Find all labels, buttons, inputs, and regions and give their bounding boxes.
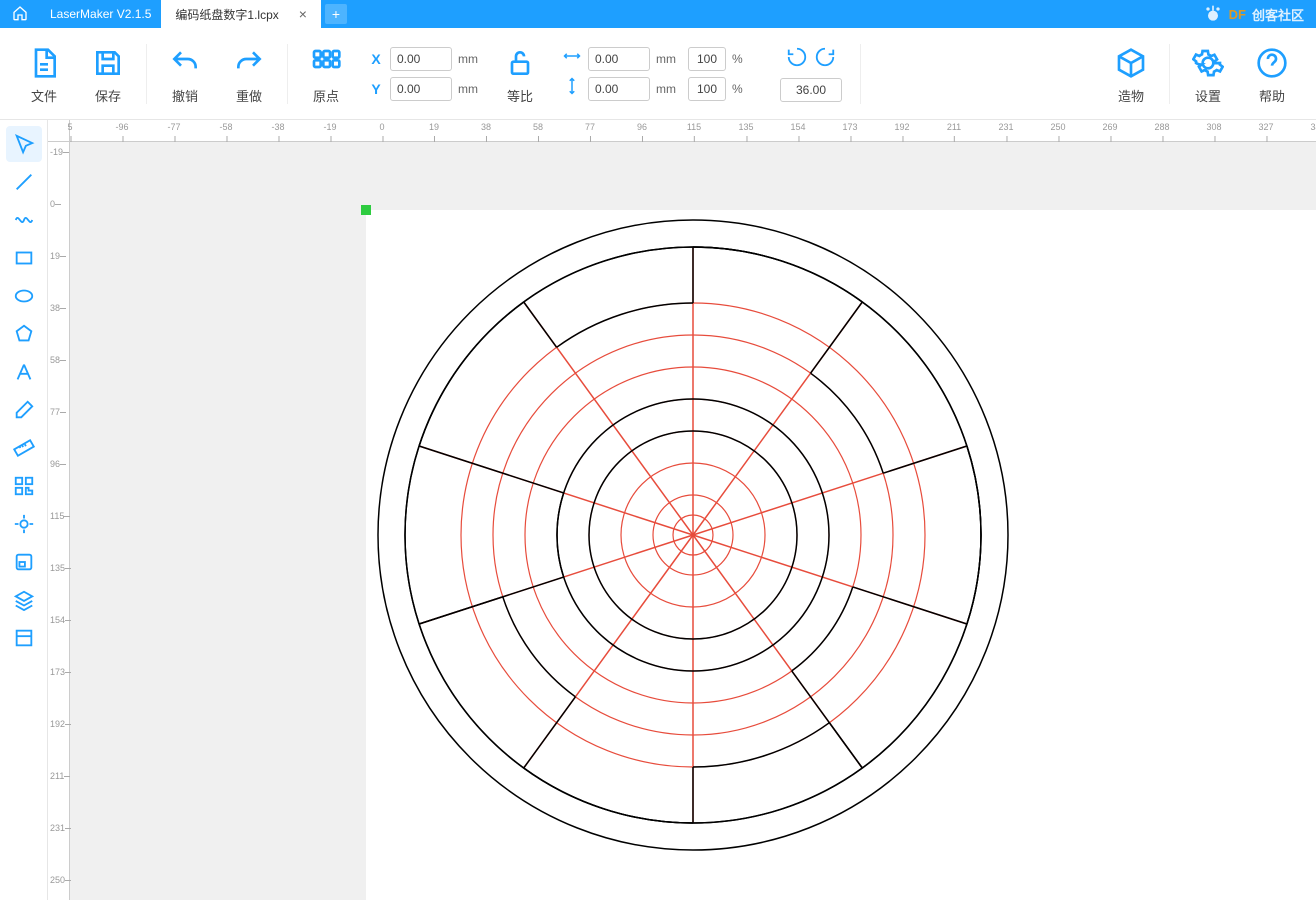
origin-label: 原点: [313, 86, 339, 105]
redo-icon: [233, 42, 265, 84]
save-icon: [92, 42, 124, 84]
gear-icon: [1192, 42, 1224, 84]
w-pct-sym: %: [732, 52, 758, 66]
brand-text: 创客社区: [1252, 5, 1304, 24]
file-button[interactable]: 文件: [12, 34, 76, 114]
lock-icon: [504, 42, 536, 84]
width-pct-input[interactable]: [688, 47, 726, 71]
save-label: 保存: [95, 86, 121, 105]
coordinates-group: X mm Y mm: [358, 47, 488, 101]
help-button[interactable]: 帮助: [1240, 34, 1304, 114]
title-bar: LaserMaker V2.1.5 编码纸盘数字1.lcpx × + DF 创客社…: [0, 0, 1316, 28]
tool-select[interactable]: [6, 126, 42, 162]
app-name: LaserMaker V2.1.5: [40, 7, 161, 21]
tool-layers[interactable]: [6, 582, 42, 618]
undo-icon: [169, 42, 201, 84]
tool-target[interactable]: [6, 506, 42, 542]
y-unit: mm: [458, 82, 478, 96]
cube-icon: [1115, 42, 1147, 84]
help-icon: [1256, 42, 1288, 84]
origin-button[interactable]: 原点: [294, 34, 358, 114]
rotation-input[interactable]: [780, 78, 842, 102]
ratio-lock-button[interactable]: 等比: [488, 34, 552, 114]
x-input[interactable]: [390, 47, 452, 71]
save-button[interactable]: 保存: [76, 34, 140, 114]
undo-label: 撤销: [172, 86, 198, 105]
tool-text[interactable]: [6, 354, 42, 390]
h-unit: mm: [656, 82, 682, 96]
make-label: 造物: [1118, 86, 1144, 105]
tool-qrcode[interactable]: [6, 468, 42, 504]
home-button[interactable]: [0, 5, 40, 24]
x-label: X: [368, 51, 384, 67]
rotate-ccw-icon[interactable]: [786, 46, 808, 74]
tool-imgrect[interactable]: [6, 544, 42, 580]
settings-label: 设置: [1195, 86, 1221, 105]
height-icon: [562, 77, 582, 100]
ratio-label: 等比: [507, 86, 533, 105]
tool-rect[interactable]: [6, 240, 42, 276]
y-input[interactable]: [390, 77, 452, 101]
rotation-group: [768, 46, 854, 102]
rotate-cw-icon[interactable]: [814, 46, 836, 74]
height-pct-input[interactable]: [688, 77, 726, 101]
document-tab[interactable]: 编码纸盘数字1.lcpx ×: [161, 0, 321, 28]
h-pct-sym: %: [732, 82, 758, 96]
side-toolbar: [0, 120, 48, 900]
brand-logo[interactable]: DF 创客社区: [1203, 4, 1316, 24]
x-unit: mm: [458, 52, 478, 66]
origin-icon: [310, 42, 342, 84]
undo-button[interactable]: 撤销: [153, 34, 217, 114]
width-input[interactable]: [588, 47, 650, 71]
size-group: mm % mm %: [552, 47, 768, 101]
redo-button[interactable]: 重做: [217, 34, 281, 114]
close-tab-icon[interactable]: ×: [299, 6, 307, 22]
settings-button[interactable]: 设置: [1176, 34, 1240, 114]
add-tab-button[interactable]: +: [325, 4, 347, 24]
main-toolbar: 文件 保存 撤销 重做 原点 X mm Y mm 等比: [0, 28, 1316, 120]
drawing-content: [48, 120, 1316, 900]
y-label: Y: [368, 81, 384, 97]
file-label: 文件: [31, 86, 57, 105]
tool-oval[interactable]: [6, 278, 42, 314]
tab-title: 编码纸盘数字1.lcpx: [175, 6, 278, 23]
tool-line[interactable]: [6, 164, 42, 200]
w-unit: mm: [656, 52, 682, 66]
file-icon: [28, 42, 60, 84]
tool-artboard[interactable]: [6, 620, 42, 656]
tool-polygon[interactable]: [6, 316, 42, 352]
tool-curve[interactable]: [6, 202, 42, 238]
brand-df: DF: [1229, 7, 1246, 22]
height-input[interactable]: [588, 77, 650, 101]
width-icon: [562, 49, 582, 68]
tool-erase[interactable]: [6, 392, 42, 428]
help-label: 帮助: [1259, 86, 1285, 105]
tool-measure[interactable]: [6, 430, 42, 466]
canvas-area[interactable]: 5-96-77-58-38-19019385877961151351541731…: [48, 120, 1316, 900]
make-button[interactable]: 造物: [1099, 34, 1163, 114]
redo-label: 重做: [236, 86, 262, 105]
